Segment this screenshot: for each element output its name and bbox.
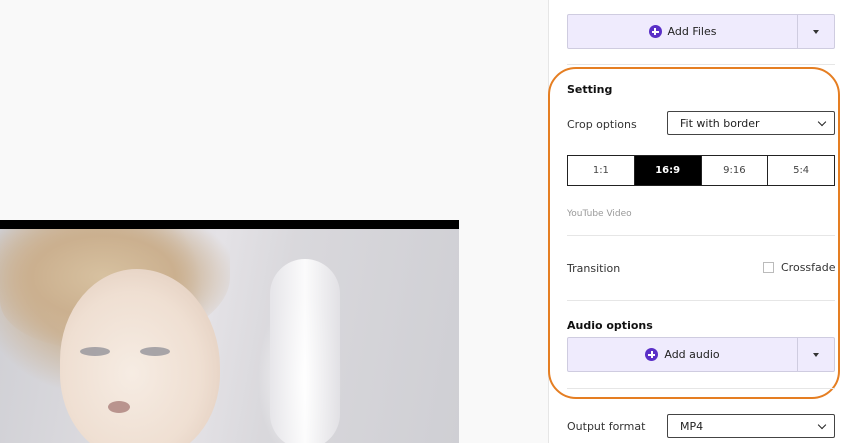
video-letterbox-bar [0,220,459,229]
crop-options-label: Crop options [567,118,637,131]
crop-options-value: Fit with border [680,116,760,130]
transition-label: Transition [567,262,621,275]
ratio-5-4-button[interactable]: 5:4 [767,156,834,185]
caret-down-icon [813,352,819,357]
crossfade-option[interactable]: Crossfade [763,261,836,274]
add-files-button[interactable]: Add Files [568,15,797,48]
ratio-9-16-button[interactable]: 9:16 [700,156,768,185]
ratio-16-9-button[interactable]: 16:9 [633,156,701,185]
divider [567,300,835,301]
add-audio-dropdown-toggle[interactable] [797,338,834,371]
crossfade-checkbox[interactable] [763,262,774,273]
setting-heading: Setting [567,83,613,96]
background-lamp [270,259,340,443]
plus-circle-icon [645,348,659,361]
aspect-ratio-group: 1:1 16:9 9:16 5:4 [567,155,835,186]
divider [567,388,835,389]
child-mouth [108,401,130,413]
crop-options-select[interactable]: Fit with border [667,111,835,135]
ratio-hint: YouTube Video [567,209,632,219]
divider [567,235,835,236]
add-files-label: Add Files [667,25,717,38]
preview-area [0,0,548,443]
output-format-select[interactable]: MP4 [667,414,835,438]
add-audio-split-button: Add audio [567,337,835,372]
child-eye-right [140,347,170,356]
crossfade-label: Crossfade [781,261,836,274]
settings-panel: Add Files Setting Crop options Fit with … [548,0,850,443]
chevron-down-icon [817,420,827,430]
video-preview[interactable] [0,229,459,443]
child-eye-left [80,347,110,356]
add-files-dropdown-toggle[interactable] [797,15,834,48]
divider [567,64,835,65]
output-format-label: Output format [567,420,646,433]
add-files-split-button: Add Files [567,14,835,49]
output-format-value: MP4 [680,419,704,433]
audio-options-heading: Audio options [567,319,653,332]
caret-down-icon [813,29,819,34]
chevron-down-icon [817,117,827,127]
ratio-1-1-button[interactable]: 1:1 [568,156,634,185]
plus-circle-icon [648,25,662,38]
add-audio-button[interactable]: Add audio [568,338,797,371]
add-audio-label: Add audio [664,348,720,361]
